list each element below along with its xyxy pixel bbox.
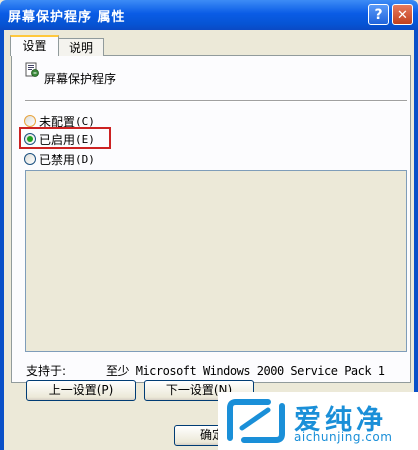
- window-title: 屏幕保护程序 属性: [8, 10, 126, 25]
- watermark: 爱纯净 aichunjing.com: [218, 392, 418, 450]
- comment-area[interactable]: [25, 170, 407, 352]
- tab-explain[interactable]: 说明: [58, 38, 104, 56]
- tab-settings[interactable]: 设置: [10, 35, 59, 56]
- policy-title: 屏幕保护程序: [44, 72, 117, 86]
- radio-label-disabled: 已禁用: [39, 152, 76, 167]
- radio-button-not-configured[interactable]: [24, 115, 36, 127]
- radio-accel-not-configured: (C): [75, 114, 95, 128]
- title-bar[interactable]: 屏幕保护程序 属性 ? ✕: [0, 0, 418, 30]
- watermark-url: aichunjing.com: [294, 430, 393, 444]
- radio-button-disabled[interactable]: [24, 153, 36, 165]
- radio-disabled[interactable]: 已禁用 (D): [24, 151, 95, 167]
- previous-setting-button[interactable]: 上一设置(P): [26, 380, 136, 401]
- help-button[interactable]: ?: [368, 4, 389, 25]
- close-button[interactable]: ✕: [392, 4, 413, 25]
- policy-document-icon: [25, 62, 39, 77]
- radio-accel-disabled: (D): [75, 152, 95, 166]
- supported-on-value: 至少 Microsoft Windows 2000 Service Pack 1: [106, 364, 385, 378]
- highlight-box: [19, 127, 111, 149]
- supported-on-label: 支持于:: [26, 364, 67, 378]
- separator: [25, 100, 407, 102]
- watermark-logo-icon: [227, 399, 285, 443]
- window-border-right: [414, 30, 418, 450]
